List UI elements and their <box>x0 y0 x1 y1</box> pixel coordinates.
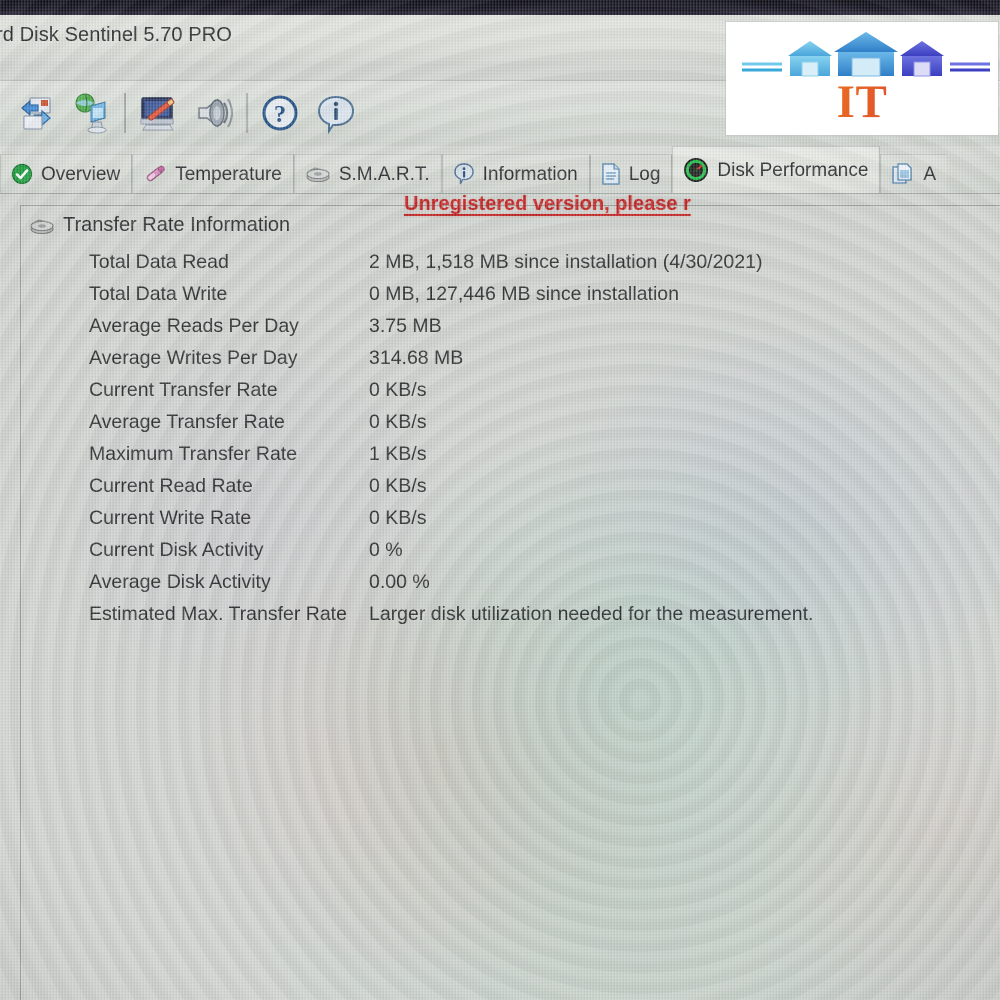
copy-document-icon <box>891 162 915 186</box>
tab-label: Disk Performance <box>717 159 869 181</box>
network-globe-icon <box>71 92 113 134</box>
tab-bar: Overview Temperature S.M.A.R.T. Informat… <box>0 146 1000 194</box>
tab-smart[interactable]: S.M.A.R.T. <box>293 154 442 193</box>
network-button[interactable] <box>64 84 120 142</box>
refresh-button[interactable] <box>8 84 64 142</box>
row-value: 314.68 MB <box>369 347 464 369</box>
row-value: 3.75 MB <box>369 315 442 337</box>
tab-label: Overview <box>41 163 121 185</box>
watermark-text: IT warehouse <box>726 74 998 135</box>
row-label: Average Reads Per Day <box>89 315 299 337</box>
table-row: Current Disk Activity 0 % <box>21 539 981 571</box>
window-title: rd Disk Sentinel 5.70 PRO <box>0 24 232 46</box>
table-row: Total Data Read 2 MB, 1,518 MB since ins… <box>21 251 981 283</box>
watermark-logo: IT warehouse <box>726 22 998 135</box>
tab-information[interactable]: Information <box>441 154 590 193</box>
row-value: 0.00 % <box>369 571 430 593</box>
row-label: Current Disk Activity <box>89 539 264 561</box>
row-value: 0 KB/s <box>369 507 427 529</box>
row-value: 0 MB, 127,446 MB since installation <box>369 283 680 305</box>
screenshot-root: rd Disk Sentinel 5.70 PRO ? Unregistered… <box>0 0 1000 1000</box>
row-label: Average Transfer Rate <box>89 411 285 433</box>
info-button[interactable] <box>308 84 364 142</box>
toolbar-separator <box>124 93 126 133</box>
configure-monitor-icon <box>137 92 179 134</box>
help-question-icon: ? <box>259 92 301 134</box>
row-value: 0 KB/s <box>369 411 427 433</box>
svg-text:?: ? <box>274 102 286 128</box>
row-label: Total Data Read <box>89 251 229 273</box>
disk-icon <box>29 216 55 236</box>
tab-label: A <box>923 163 937 185</box>
transfer-rate-rows: Total Data Read 2 MB, 1,518 MB since ins… <box>21 251 981 635</box>
gauge-icon <box>683 157 709 183</box>
toolbar-separator <box>246 93 248 133</box>
monitor-bezel <box>0 0 1000 15</box>
table-row: Average Writes Per Day 314.68 MB <box>21 347 981 379</box>
table-row: Total Data Write 0 MB, 127,446 MB since … <box>21 283 981 315</box>
warehouse-logo-icon <box>726 26 998 80</box>
green-check-icon <box>11 163 33 185</box>
table-row: Current Write Rate 0 KB/s <box>21 507 981 539</box>
disk-performance-panel: Transfer Rate Information Total Data Rea… <box>20 205 1000 1000</box>
disk-icon <box>305 164 331 184</box>
section-title: Transfer Rate Information <box>63 214 291 236</box>
row-value: Larger disk utilization needed for the m… <box>369 603 814 625</box>
info-bubble-icon <box>315 92 357 135</box>
tab-alerts[interactable]: A <box>880 154 948 193</box>
info-bubble-icon <box>453 162 475 186</box>
help-button[interactable]: ? <box>252 84 308 142</box>
sound-button[interactable] <box>186 84 242 142</box>
row-value: 0 % <box>369 539 403 561</box>
unregistered-version-link[interactable]: Unregistered version, please r <box>404 193 691 216</box>
document-icon <box>601 162 621 186</box>
tab-label: Log <box>628 163 661 185</box>
tab-label: Temperature <box>175 163 282 185</box>
table-row: Current Transfer Rate 0 KB/s <box>21 379 981 411</box>
row-value: 0 KB/s <box>369 379 427 401</box>
row-label: Current Read Rate <box>89 475 253 497</box>
table-row: Average Transfer Rate 0 KB/s <box>21 411 981 443</box>
row-label: Average Disk Activity <box>89 571 271 593</box>
table-row: Average Disk Activity 0.00 % <box>21 571 981 603</box>
table-row: Estimated Max. Transfer Rate Larger disk… <box>21 603 981 635</box>
table-row: Current Read Rate 0 KB/s <box>21 475 981 507</box>
tab-label: S.M.A.R.T. <box>338 163 430 185</box>
thermometer-icon <box>143 163 167 185</box>
table-row: Average Reads Per Day 3.75 MB <box>21 315 981 347</box>
tab-label: Information <box>482 163 578 185</box>
speaker-icon <box>193 92 235 134</box>
tab-log[interactable]: Log <box>589 154 673 193</box>
row-label: Current Write Rate <box>89 507 252 529</box>
transfer-rate-section-header: Transfer Rate Information <box>29 214 290 237</box>
row-value: 0 KB/s <box>369 475 427 497</box>
refresh-icon <box>16 93 56 133</box>
row-label: Maximum Transfer Rate <box>89 443 298 465</box>
row-label: Current Transfer Rate <box>89 379 278 401</box>
row-label: Estimated Max. Transfer Rate <box>89 603 347 625</box>
row-value: 2 MB, 1,518 MB since installation (4/30/… <box>369 251 763 273</box>
configure-button[interactable] <box>130 84 186 142</box>
table-row: Maximum Transfer Rate 1 KB/s <box>21 443 981 475</box>
row-label: Average Writes Per Day <box>89 347 298 369</box>
tab-overview[interactable]: Overview <box>0 154 133 193</box>
tab-temperature[interactable]: Temperature <box>132 154 294 193</box>
row-label: Total Data Write <box>89 283 228 305</box>
tab-disk-performance[interactable]: Disk Performance <box>672 146 881 193</box>
toolbar-button-group: ? <box>8 84 364 142</box>
row-value: 1 KB/s <box>369 443 427 465</box>
